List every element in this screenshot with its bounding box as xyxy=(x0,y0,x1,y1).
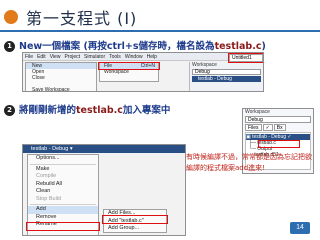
config-combo[interactable]: Debug xyxy=(245,116,311,123)
warning-note: 有時候編譯不過，常常都是因為忘記把欲編譯的程式檔案add進來! xyxy=(186,153,312,172)
menubar-item-help[interactable]: Help xyxy=(147,54,157,60)
workspace-tab[interactable]: Bx xyxy=(273,124,286,131)
title-divider xyxy=(0,30,320,32)
title-badge-icon xyxy=(4,10,18,24)
add-file-callout xyxy=(102,215,168,224)
context-menu-screenshot: testlab - Debug ▾ Options... Make Compile R… xyxy=(22,144,186,236)
file-menu: New Open Close Save Workspace xyxy=(25,62,97,91)
context-menu-item-clean[interactable]: Clean xyxy=(28,188,98,196)
step-2-text-b: 加入專案中 xyxy=(122,105,171,116)
step-1-number: 1 xyxy=(4,41,15,52)
menubar-item-project[interactable]: Project xyxy=(64,54,80,60)
step-2-number: 2 xyxy=(4,105,15,116)
workspace-panel: Workspace Debug testlab - Debug xyxy=(189,62,263,91)
menubar-item-edit[interactable]: Edit xyxy=(37,54,46,60)
context-menu-item-options[interactable]: Options... xyxy=(28,155,98,163)
page-number: 14 xyxy=(290,222,310,234)
untitled-tab-callout xyxy=(228,53,263,63)
step-2-text-a: 將剛剛新增的 xyxy=(19,105,77,116)
menu-separator xyxy=(30,163,96,165)
file-menu-screenshot: File Edit View Project Simulator Tools Window H… xyxy=(22,52,264,92)
step-1-text-b: ) xyxy=(261,41,266,52)
project-header[interactable]: testlab - Debug ▾ xyxy=(23,145,185,153)
context-menu-item-compile: Compile xyxy=(36,173,57,179)
project-row[interactable]: testlab - Debug xyxy=(192,76,261,82)
menubar-item-simulator[interactable]: Simulator xyxy=(84,54,105,60)
workspace-tabs: Files ✓ Bx xyxy=(245,124,311,131)
menubar-item-file[interactable]: File xyxy=(25,54,33,60)
file-option-callout xyxy=(98,62,160,70)
config-combo[interactable]: Debug xyxy=(192,69,261,75)
step-1-text-a: New一個檔案 (再按ctrl+s儲存時，檔名設為 xyxy=(19,41,215,52)
menubar-item-tools[interactable]: Tools xyxy=(109,54,121,60)
file-menu-item[interactable]: Save Workspace xyxy=(26,87,96,91)
add-item-callout xyxy=(26,222,100,231)
step-2-filename: testlab.c xyxy=(76,105,123,116)
context-menu-item-rebuild-all[interactable]: Rebuild All xyxy=(28,181,98,189)
step-1-filename: testlab.c xyxy=(214,41,262,52)
menu-separator xyxy=(30,204,96,205)
workspace-label: Workspace xyxy=(245,109,270,115)
add-submenu-item[interactable]: Add Group... xyxy=(104,225,166,233)
menubar-item-view[interactable]: View xyxy=(50,54,61,60)
context-menu-item-add[interactable]: Add xyxy=(28,206,98,214)
slide-title: 第一支程式 (I) xyxy=(26,9,138,28)
context-menu-item-stop-build: Stop Build xyxy=(36,195,62,202)
workspace-tab[interactable]: ✓ xyxy=(262,124,273,131)
menu-bar: File Edit View Project Simulator Tools Window H… xyxy=(23,53,263,61)
added-file-callout xyxy=(258,140,300,148)
step-1-instruction: 1 New一個檔案 (再按ctrl+s儲存時，檔名設為testlab.c) xyxy=(4,38,266,52)
step-2-instruction: 2 將剛剛新增的testlab.c加入專案中 xyxy=(4,102,170,116)
workspace-tab[interactable]: Files xyxy=(245,124,262,131)
menubar-item-window[interactable]: Window xyxy=(125,54,143,60)
context-menu-item-remove[interactable]: Remove xyxy=(28,214,98,222)
context-menu-item-make[interactable]: Make xyxy=(28,166,98,174)
